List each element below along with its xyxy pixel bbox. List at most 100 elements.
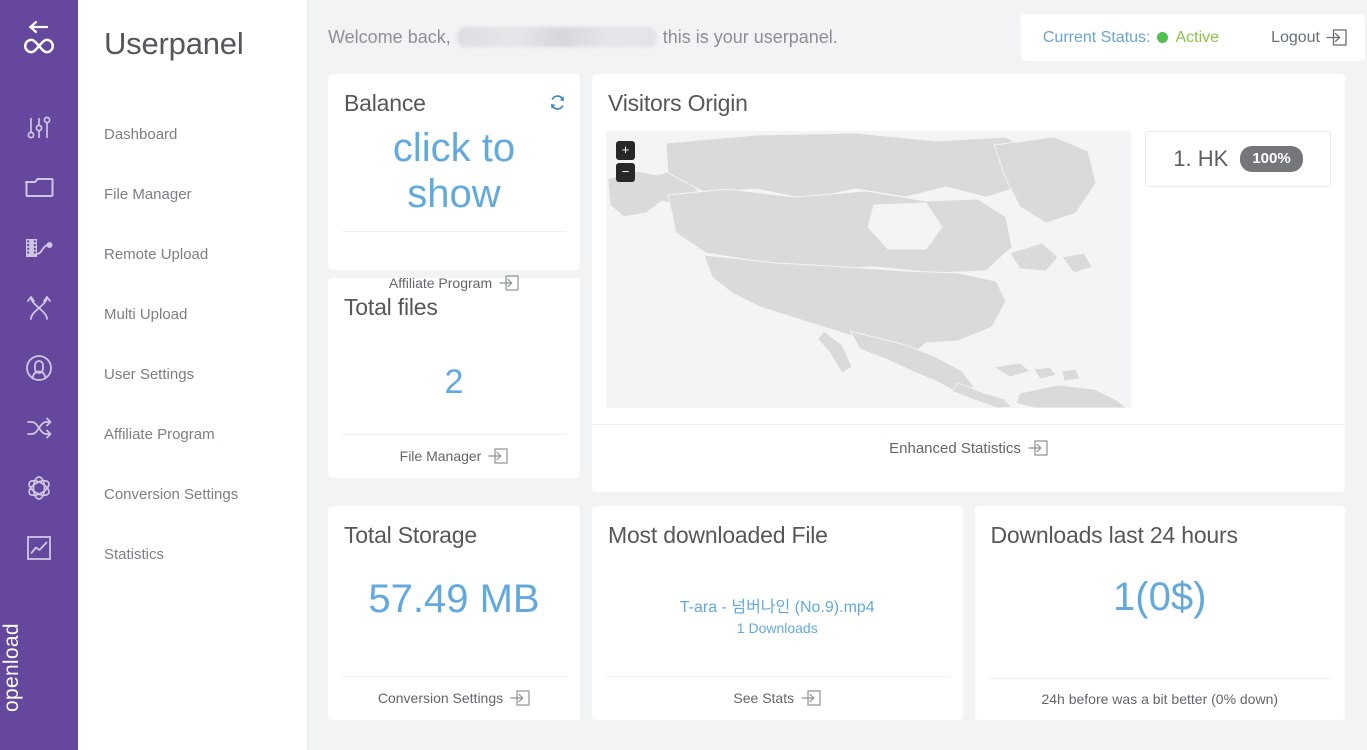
status-label: Current Status:	[1042, 28, 1151, 46]
balance-refresh-button[interactable]	[549, 94, 566, 116]
dashboard-grid-bottom: Total Storage 57.49 MB Conversion Settin…	[308, 492, 1367, 720]
main-content: Welcome back, this is your userpanel. Cu…	[308, 0, 1367, 750]
map-zoom-in-button[interactable]: +	[616, 141, 635, 160]
downloads-24h-card: Downloads last 24 hours 1(0$) 24h before…	[974, 506, 1345, 720]
back-arrow-icon[interactable]	[28, 20, 50, 34]
see-stats-link[interactable]: See Stats	[606, 676, 949, 720]
affiliate-program-link[interactable]: Affiliate Program	[328, 274, 580, 292]
sidebar-item-dashboard[interactable]	[0, 98, 78, 158]
nav-item-remote-upload[interactable]: Remote Upload	[78, 224, 307, 284]
arrow-right-box-icon	[510, 690, 530, 706]
world-map[interactable]: + −	[606, 131, 1131, 408]
brand-logo[interactable]	[0, 0, 78, 78]
arrow-right-box-icon	[499, 275, 519, 291]
nav-item-statistics[interactable]: Statistics	[78, 524, 307, 584]
nav-label: Multi Upload	[104, 305, 188, 323]
welcome-suffix: this is your userpanel.	[662, 26, 838, 47]
nav-item-user-settings[interactable]: User Settings	[78, 344, 307, 404]
see-stats-label: See Stats	[733, 690, 795, 706]
dashboard-grid-top: Balance click to show Affiliate Program …	[308, 74, 1367, 492]
downloads-24h-title: Downloads last 24 hours	[990, 522, 1238, 548]
total-files-value: 2	[444, 363, 464, 401]
nav-label: Conversion Settings	[104, 485, 239, 503]
film-link-icon	[26, 239, 53, 257]
nav-item-conversion-settings[interactable]: Conversion Settings	[78, 464, 307, 524]
map-zoom-out-button[interactable]: −	[616, 163, 635, 182]
atom-icon	[28, 476, 50, 500]
sidebar-item-remote-upload[interactable]	[0, 218, 78, 278]
nav-item-file-manager[interactable]: File Manager	[78, 164, 307, 224]
app-root: openload Userpanel Dashboard File Manage…	[0, 0, 1367, 750]
arrow-right-box-icon	[488, 448, 508, 464]
most-downloaded-title: Most downloaded File	[608, 522, 828, 548]
balance-value-line1: click to	[392, 126, 516, 170]
nav-label: Dashboard	[104, 125, 178, 143]
nav-label: File Manager	[104, 185, 192, 203]
folder-icon	[25, 178, 54, 197]
map-row: + − 1. HK 100%	[592, 117, 1345, 408]
sidebar-item-user-settings[interactable]	[0, 338, 78, 398]
arrow-right-box-icon	[801, 690, 821, 706]
nav-item-multi-upload[interactable]: Multi Upload	[78, 284, 307, 344]
most-downloaded-count: 1 Downloads	[736, 620, 818, 636]
sidebar-nav: Userpanel Dashboard File Manager Remote …	[78, 0, 308, 750]
nav-label: Remote Upload	[104, 245, 209, 263]
chart-box-icon	[27, 536, 51, 560]
status-group: Current Status: Active	[1043, 29, 1219, 47]
left-column: Balance click to show Affiliate Program …	[328, 74, 580, 492]
downloads-24h-comparison-label: 24h before was a bit better (0% down)	[1041, 691, 1279, 707]
logout-button[interactable]: Logout	[1271, 28, 1347, 47]
sidebar-item-multi-upload[interactable]	[0, 278, 78, 338]
logout-label: Logout	[1271, 28, 1320, 46]
enhanced-statistics-link[interactable]: Enhanced Statistics	[592, 424, 1345, 457]
downloads-24h-value: 1(0$)	[1113, 575, 1207, 619]
balance-value-line2: show	[407, 172, 501, 216]
icon-rail: openload	[0, 0, 78, 750]
vertical-brand-name: openload	[0, 623, 23, 713]
status-bar: Current Status: Active Logout	[1020, 14, 1365, 61]
balance-divider	[342, 231, 566, 232]
visitor-legend-item[interactable]: 1. HK 100%	[1145, 131, 1331, 187]
sidebar-item-statistics[interactable]	[0, 518, 78, 578]
sidebar-item-conversion-settings[interactable]	[0, 458, 78, 518]
arrows-cross-up-icon	[27, 296, 51, 320]
conversion-settings-link[interactable]: Conversion Settings	[342, 676, 566, 720]
sidebar-item-affiliate-program[interactable]	[0, 398, 78, 458]
most-downloaded-file-card: Most downloaded File T-ara - 넘버나인 (No.9)…	[592, 506, 963, 720]
nav-label: Statistics	[104, 545, 165, 563]
total-storage-card: Total Storage 57.49 MB Conversion Settin…	[328, 506, 580, 720]
status-dot-icon	[1157, 32, 1169, 43]
most-downloaded-body: T-ara - 넘버나인 (No.9).mp4 1 Downloads	[592, 593, 963, 636]
arrow-right-box-icon	[1028, 440, 1048, 456]
nav-item-dashboard[interactable]: Dashboard	[78, 104, 307, 164]
refresh-icon	[550, 95, 565, 110]
balance-card: Balance click to show Affiliate Program	[328, 74, 580, 291]
legend-country-label: 1. HK	[1173, 146, 1229, 171]
logout-arrow-icon	[1326, 29, 1347, 46]
topbar: Welcome back, this is your userpanel. Cu…	[308, 0, 1367, 74]
nav-item-list: Dashboard File Manager Remote Upload Mul…	[78, 104, 307, 584]
balance-title: Balance	[344, 90, 426, 116]
nav-label: User Settings	[104, 365, 195, 383]
file-manager-link[interactable]: File Manager	[342, 434, 566, 478]
nav-label: Affiliate Program	[104, 425, 215, 443]
world-map-svg	[606, 131, 1131, 408]
file-manager-label: File Manager	[399, 448, 482, 464]
welcome-prefix: Welcome back,	[328, 26, 451, 47]
visitors-origin-title: Visitors Origin	[608, 90, 748, 116]
nav-item-affiliate-program[interactable]: Affiliate Program	[78, 404, 307, 464]
visitors-origin-card: Visitors Origin + − 1. HK 100% Enhanced …	[592, 74, 1345, 492]
balance-click-to-show[interactable]: click to show	[328, 125, 580, 217]
sidebar-item-file-manager[interactable]	[0, 158, 78, 218]
enhanced-statistics-label: Enhanced Statistics	[889, 439, 1021, 457]
most-downloaded-file-link[interactable]: T-ara - 넘버나인 (No.9).mp4	[592, 593, 963, 617]
total-storage-value: 57.49 MB	[368, 577, 540, 621]
total-files-card: Total files 2 File Manager	[328, 278, 580, 478]
welcome-message: Welcome back, this is your userpanel.	[328, 27, 838, 48]
legend-percent-badge: 100%	[1240, 146, 1303, 172]
map-zoom-controls: + −	[616, 141, 635, 182]
username-redacted	[456, 27, 657, 47]
user-circle-icon	[26, 355, 52, 381]
infinity-icon	[24, 38, 54, 54]
affiliate-program-label: Affiliate Program	[388, 275, 493, 291]
